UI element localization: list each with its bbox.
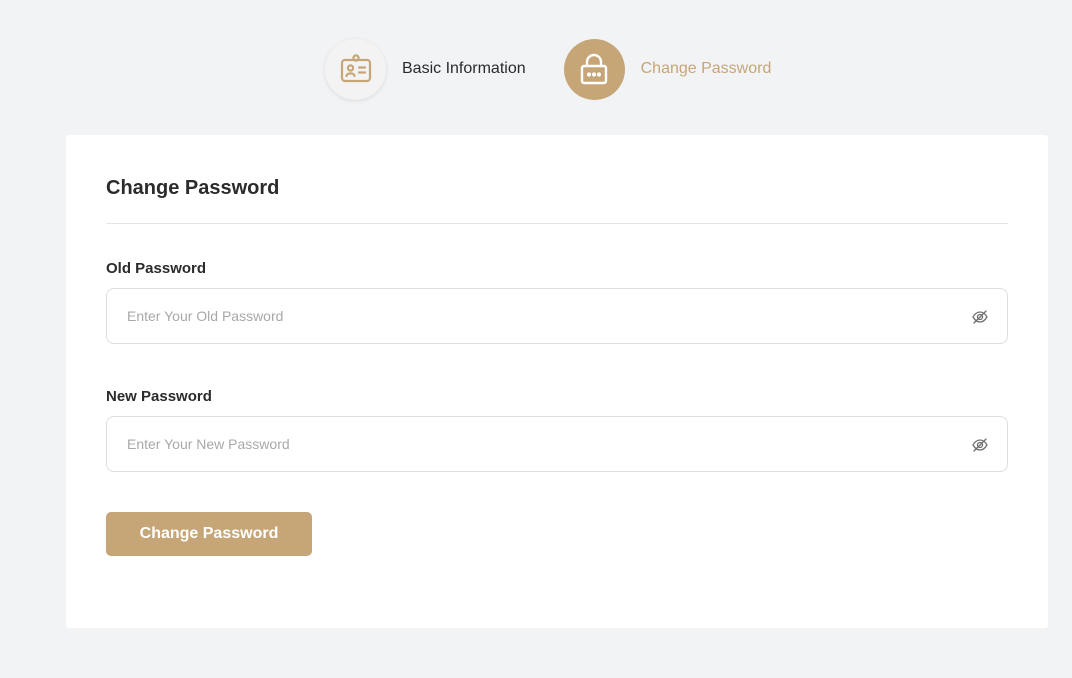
old-password-field-wrapper bbox=[106, 288, 1008, 344]
eye-slash-icon[interactable] bbox=[971, 308, 989, 326]
new-password-field-wrapper bbox=[106, 416, 1008, 472]
title-divider bbox=[106, 223, 1008, 224]
old-password-input[interactable] bbox=[107, 289, 957, 343]
lock-icon bbox=[580, 53, 608, 85]
old-password-label: Old Password bbox=[106, 260, 207, 277]
step-change-password-circle bbox=[563, 38, 625, 100]
step-change-password-label: Change Password bbox=[640, 60, 772, 77]
profile-settings-page: Basic Information Change Password Change… bbox=[0, 0, 1072, 678]
step-change-password[interactable]: Change Password bbox=[563, 38, 772, 100]
id-card-icon bbox=[340, 54, 371, 83]
settings-stepper: Basic Information Change Password bbox=[325, 38, 771, 100]
eye-slash-icon[interactable] bbox=[971, 436, 989, 454]
new-password-label: New Password bbox=[106, 388, 212, 405]
step-basic-information[interactable]: Basic Information bbox=[325, 38, 526, 100]
new-password-input[interactable] bbox=[107, 417, 957, 471]
step-basic-information-circle bbox=[325, 38, 386, 100]
card-title: Change Password bbox=[106, 177, 280, 199]
change-password-card: Change Password Old Password New Passwor… bbox=[66, 135, 1048, 628]
step-basic-information-label: Basic Information bbox=[402, 60, 526, 77]
change-password-button[interactable]: Change Password bbox=[106, 512, 312, 556]
